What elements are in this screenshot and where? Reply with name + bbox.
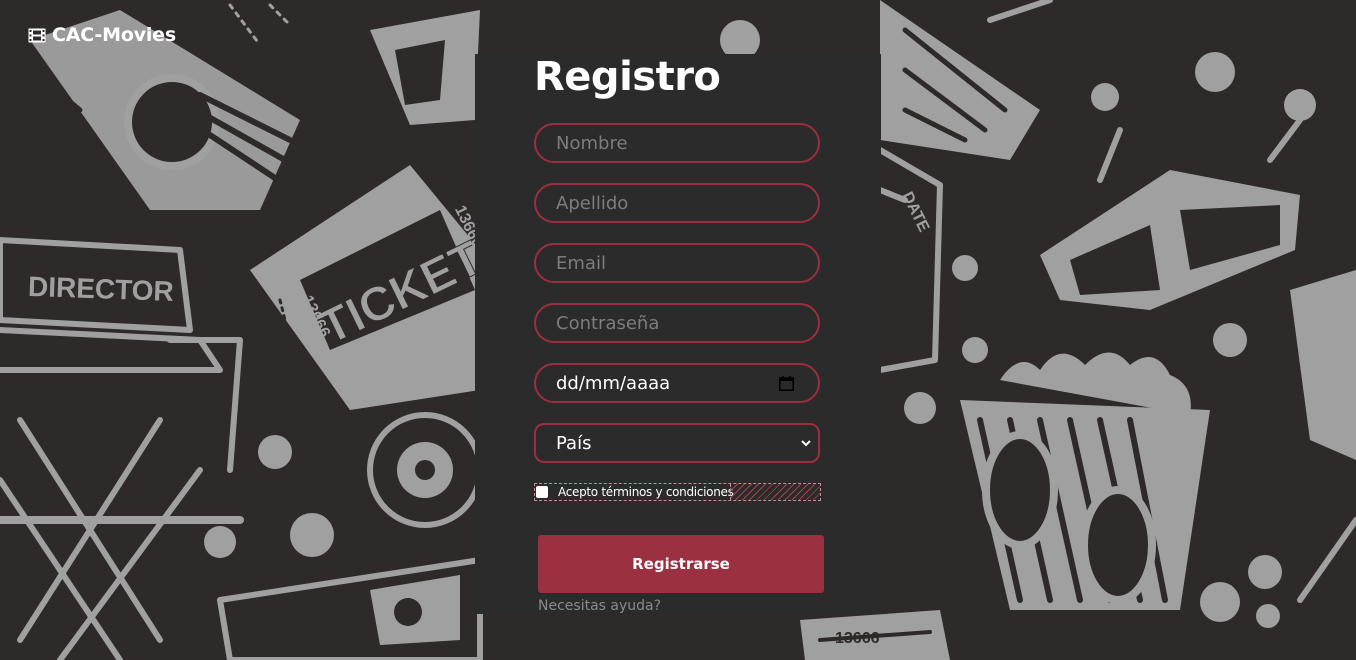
birthdate-field[interactable]: dd/mm/aaaa	[534, 363, 820, 403]
clapperboard-doodle	[877, 147, 943, 373]
3d-glasses-doodle-right	[1040, 117, 1303, 310]
apellido-field[interactable]: Apellido	[534, 183, 820, 223]
ticket-number-bottom-text: 13666	[835, 630, 880, 647]
email-placeholder: Email	[556, 252, 606, 274]
film-reel-doodle	[367, 412, 483, 528]
country-select[interactable]: País	[534, 423, 820, 463]
film-icon	[28, 28, 46, 42]
email-field[interactable]: Email	[534, 243, 820, 283]
terms-overlay	[730, 484, 820, 500]
country-value: País	[556, 432, 592, 454]
brand-logo[interactable]: CAC-Movies	[28, 24, 176, 46]
apellido-placeholder: Apellido	[556, 192, 629, 214]
password-placeholder: Contraseña	[556, 312, 660, 334]
date-text: DATE	[898, 189, 932, 235]
terms-label: Acepto términos y condiciones	[558, 485, 734, 499]
password-field[interactable]: Contraseña	[534, 303, 820, 343]
nombre-placeholder: Nombre	[556, 132, 628, 154]
birthdate-value: dd/mm/aaaa	[556, 372, 671, 394]
megaphone-doodle	[880, 0, 1053, 160]
help-link[interactable]: Necesitas ayuda?	[538, 598, 661, 614]
page-title: Registro	[534, 54, 721, 100]
director-text: DIRECTOR	[28, 271, 175, 307]
brand-name: CAC-Movies	[52, 24, 176, 46]
chevron-down-icon	[801, 440, 811, 447]
clapper-doodle-right	[1290, 270, 1356, 603]
terms-checkbox[interactable]	[536, 486, 548, 498]
registration-panel: Registro Nombre Apellido Email Contraseñ…	[475, 54, 881, 614]
calendar-icon[interactable]	[779, 376, 794, 391]
camera-doodle	[217, 557, 483, 660]
register-button[interactable]: Registrarse	[538, 535, 824, 593]
3d-glasses-doodle-top	[370, 10, 480, 125]
nombre-field[interactable]: Nombre	[534, 123, 820, 163]
terms-row: Acepto términos y condiciones	[534, 483, 821, 501]
popcorn-box-doodle	[960, 352, 1210, 610]
